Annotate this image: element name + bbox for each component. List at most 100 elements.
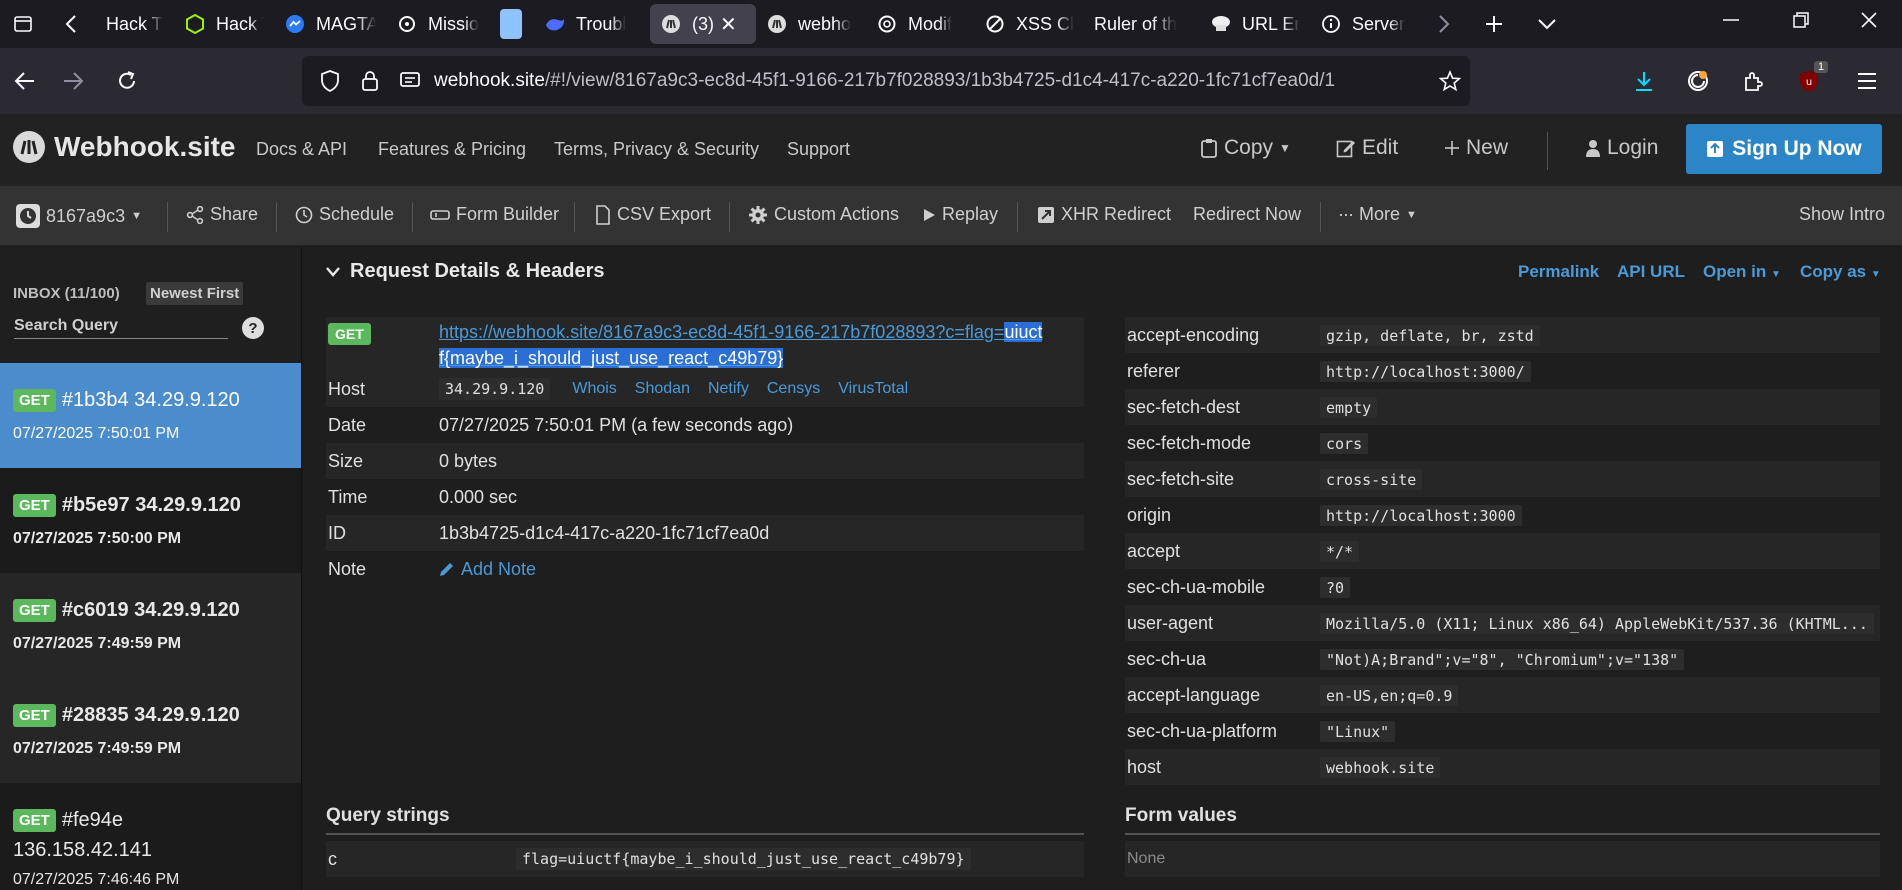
downloads-icon[interactable]	[1619, 48, 1669, 114]
webhook-icon	[766, 13, 788, 35]
header-name: origin	[1127, 504, 1172, 525]
toolbar-divider	[574, 202, 575, 232]
replay-button[interactable]: Replay	[922, 204, 998, 225]
header-name: host	[1127, 756, 1162, 777]
api-url-link[interactable]: API URL	[1617, 262, 1685, 282]
sign-up-button[interactable]: Sign Up Now	[1686, 124, 1882, 174]
account-sync-icon[interactable]	[1673, 48, 1723, 114]
request-list-item[interactable]: GET #28835 34.29.9.120 07/27/2025 7:49:59…	[0, 678, 301, 783]
ublock-origin-icon[interactable]: u 1	[1784, 48, 1834, 114]
browser-tab[interactable]: XSS Cl	[974, 4, 1084, 44]
tracking-protection-shield-icon[interactable]	[314, 65, 346, 97]
show-intro-button[interactable]: Show Intro	[1799, 204, 1885, 225]
host-row: Host 34.29.9.120 Whois Shodan Netify Cen…	[326, 371, 1084, 407]
request-list-item[interactable]: GET #c6019 34.29.9.120 07/27/2025 7:49:59…	[0, 573, 301, 678]
browser-tab-active[interactable]: (3) ✕	[650, 4, 756, 44]
browser-tab[interactable]: Hack T	[174, 4, 274, 44]
id-value: 1b3b4725-d1c4-417c-a220-1fc71cf7ea0d	[439, 522, 770, 543]
browser-tab[interactable]: Modif	[866, 4, 974, 44]
list-all-tabs-icon[interactable]	[1522, 0, 1572, 48]
query-key: c	[328, 848, 337, 869]
request-time: 07/27/2025 7:49:59 PM	[13, 740, 182, 757]
inbox-count: INBOX (11/100)	[13, 285, 120, 302]
browser-tab[interactable]	[490, 4, 534, 44]
copy-url-button[interactable]: Copy ▼	[1200, 136, 1291, 160]
date-row: Date 07/27/2025 7:50:01 PM (a few second…	[326, 407, 1084, 443]
nav-docs-api[interactable]: Docs & API	[256, 139, 347, 160]
reader-view-icon[interactable]	[394, 65, 426, 97]
schedule-button[interactable]: Schedule	[295, 204, 394, 225]
header-name: user-agent	[1127, 612, 1214, 633]
restore-window-icon[interactable]	[1766, 0, 1836, 40]
xss-icon	[984, 13, 1006, 35]
search-help-icon[interactable]: ?	[242, 317, 264, 339]
browser-tab[interactable]: webho	[756, 4, 866, 44]
open-in-dropdown[interactable]: Open in ▼	[1703, 262, 1781, 282]
nav-support[interactable]: Support	[787, 139, 850, 160]
add-note-link[interactable]: Add Note	[461, 559, 536, 580]
browser-tab[interactable]: Ruler of th	[1084, 4, 1200, 44]
header-divider	[1547, 132, 1548, 170]
header-value: cross-site	[1320, 468, 1423, 490]
sort-order-toggle[interactable]: Newest First	[146, 282, 244, 305]
request-list-item[interactable]: GET #b5e97 34.29.9.120 07/27/2025 7:50:00…	[0, 468, 301, 573]
minimize-window-icon[interactable]	[1696, 0, 1766, 40]
mission-icon	[396, 13, 418, 35]
app-menu-hamburger-icon[interactable]	[1842, 48, 1892, 114]
permalink-link[interactable]: Permalink	[1518, 262, 1599, 282]
request-list-item[interactable]: GET #1b3b4 34.29.9.120 07/27/2025 7:50:01…	[0, 363, 301, 468]
reload-icon[interactable]	[102, 56, 152, 106]
request-url-link[interactable]: https://webhook.site/8167a9c3-ec8d-45f1-…	[439, 322, 1043, 368]
forward-arrow-icon[interactable]	[48, 56, 98, 106]
url-text[interactable]: webhook.site/#!/view/8167a9c3-ec8d-45f1-…	[434, 70, 1430, 92]
webhook-logo-icon	[13, 131, 45, 163]
share-button[interactable]: Share	[186, 204, 258, 225]
csv-export-button[interactable]: CSV Export	[595, 204, 711, 225]
copy-as-dropdown[interactable]: Copy as ▼	[1800, 262, 1881, 282]
header-name: sec-ch-ua-platform	[1127, 720, 1278, 741]
chef-hat-icon	[1210, 13, 1232, 35]
brand-logo[interactable]: Webhook.site	[12, 130, 236, 164]
redirect-now-button[interactable]: Redirect Now	[1193, 204, 1301, 225]
new-url-button[interactable]: New	[1444, 136, 1508, 160]
request-list-item[interactable]: GET #fe94e 136.158.42.141 07/27/2025 7:46…	[0, 783, 301, 890]
edit-button[interactable]: Edit	[1336, 136, 1398, 160]
browser-tab[interactable]: Missio	[386, 4, 490, 44]
back-arrow-icon[interactable]	[0, 56, 50, 106]
deepseek-icon	[544, 13, 566, 35]
panel-title[interactable]: Request Details & Headers	[326, 260, 605, 283]
search-query-input[interactable]: Search Query	[14, 317, 228, 339]
url-bar[interactable]: webhook.site/#!/view/8167a9c3-ec8d-45f1-…	[302, 56, 1470, 106]
browser-tab[interactable]: URL Er	[1200, 4, 1310, 44]
lock-icon[interactable]	[354, 65, 386, 97]
browser-tab[interactable]: MAGTA	[274, 4, 386, 44]
request-ip: 136.158.42.141	[13, 839, 153, 861]
close-window-icon[interactable]	[1834, 0, 1902, 40]
new-tab-icon[interactable]	[1466, 0, 1522, 48]
login-button[interactable]: Login	[1585, 136, 1658, 160]
xhr-redirect-button[interactable]: XHR Redirect	[1037, 204, 1171, 225]
more-menu-button[interactable]: ··· More ▼	[1338, 204, 1417, 225]
form-builder-button[interactable]: Form Builder	[430, 204, 559, 225]
censys-link[interactable]: Censys	[767, 380, 820, 398]
bookmark-star-icon[interactable]	[1430, 70, 1470, 92]
whois-link[interactable]: Whois	[572, 380, 616, 398]
shodan-link[interactable]: Shodan	[635, 380, 690, 398]
netify-link[interactable]: Netify	[708, 380, 749, 398]
scroll-tabs-left-icon[interactable]	[46, 0, 96, 48]
scroll-tabs-right-icon[interactable]	[1422, 0, 1466, 48]
custom-actions-button[interactable]: Custom Actions	[748, 204, 899, 225]
header-row: accept-encoding gzip, deflate, br, zstd	[1125, 317, 1880, 353]
virustotal-link[interactable]: VirusTotal	[838, 380, 908, 398]
browser-tab[interactable]: Hack T	[96, 4, 174, 44]
extensions-icon[interactable]	[1728, 48, 1778, 114]
header-value: "Not)A;Brand";v="8", "Chromium";v="138"	[1320, 648, 1685, 670]
method-badge: GET	[13, 809, 56, 833]
browser-tab[interactable]: Troubl	[534, 4, 644, 44]
browser-tab[interactable]: Server	[1310, 4, 1422, 44]
nav-terms-privacy[interactable]: Terms, Privacy & Security	[554, 139, 759, 160]
close-tab-icon[interactable]: ✕	[720, 12, 737, 37]
tab-manager-icon[interactable]	[0, 0, 46, 48]
token-selector[interactable]: 8167a9c3 ▼	[16, 204, 142, 228]
nav-features-pricing[interactable]: Features & Pricing	[378, 139, 526, 160]
